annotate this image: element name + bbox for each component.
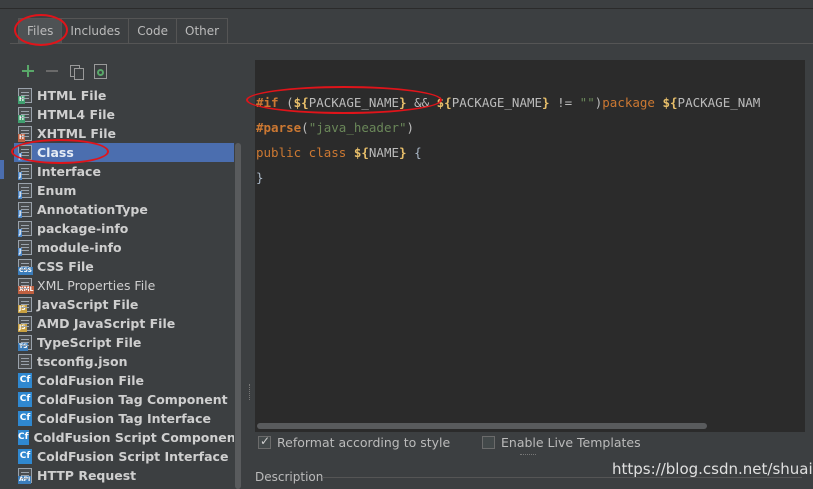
- ts-file-icon: TS: [18, 335, 32, 351]
- editor-horizontal-scrollbar[interactable]: [255, 422, 805, 430]
- java-file-icon: J: [18, 183, 32, 199]
- list-item-amd-javascript-file[interactable]: JS AMD JavaScript File: [14, 314, 239, 333]
- list-item-label: module-info: [37, 240, 122, 255]
- list-item-label: ColdFusion Tag Interface: [37, 411, 211, 426]
- json-file-icon: [18, 354, 32, 369]
- remove-icon[interactable]: [44, 63, 60, 79]
- list-item-javascript-file[interactable]: JS JavaScript File: [14, 295, 239, 314]
- list-item-css-file[interactable]: CSS CSS File: [14, 257, 239, 276]
- list-item-label: package-info: [37, 221, 129, 236]
- tabs-divider: [10, 43, 813, 44]
- annotation-ring-class-item: [11, 139, 109, 164]
- list-item-coldfusion-tag-component[interactable]: Cf ColdFusion Tag Component: [14, 390, 239, 409]
- tab-code[interactable]: Code: [128, 18, 178, 43]
- selection-gutter-marker: [0, 160, 4, 179]
- list-item-label: ColdFusion Tag Component: [37, 392, 228, 407]
- list-item-label: HTTP Request: [37, 468, 137, 483]
- live-templates-label: Enable Live Templates: [501, 435, 641, 450]
- list-item-annotation-type[interactable]: J AnnotationType: [14, 200, 239, 219]
- code-line-4: }: [256, 170, 264, 185]
- reformat-label: Reformat according to style: [277, 435, 451, 450]
- scrollbar-thumb[interactable]: [235, 143, 241, 489]
- list-item-http-request[interactable]: API HTTP Request: [14, 466, 239, 485]
- live-templates-option[interactable]: Enable Live Templates: [482, 435, 641, 450]
- list-item-label: ColdFusion Script Interface: [37, 449, 229, 464]
- tab-includes[interactable]: Includes: [61, 18, 130, 43]
- code-line-2: #parse("java_header"): [256, 120, 415, 135]
- reformat-checkbox[interactable]: [258, 434, 271, 449]
- coldfusion-icon: Cf: [18, 449, 32, 464]
- java-file-icon: J: [18, 202, 32, 218]
- list-item-coldfusion-script-component[interactable]: Cf ColdFusion Script Component: [14, 428, 242, 447]
- list-item-typescript-file[interactable]: TS TypeScript File: [14, 333, 239, 352]
- list-item-label: ColdFusion Script Component: [33, 430, 242, 445]
- list-item-package-info[interactable]: J package-info: [14, 219, 239, 238]
- watermark-text: https://blog.csdn.net/shuair: [612, 460, 813, 478]
- list-item-label: CSS File: [37, 259, 94, 274]
- reset-icon[interactable]: [92, 63, 108, 79]
- copy-icon[interactable]: [68, 63, 84, 80]
- list-item-xml-properties-file[interactable]: XML XML Properties File: [14, 276, 239, 295]
- js-file-icon: JS: [18, 316, 32, 332]
- list-item-label: JavaScript File: [37, 297, 139, 312]
- list-item-label: XML Properties File: [37, 278, 156, 293]
- java-file-icon: J: [18, 164, 32, 180]
- java-file-icon: J: [18, 240, 32, 256]
- coldfusion-icon: Cf: [18, 430, 29, 445]
- coldfusion-icon: Cf: [18, 392, 32, 407]
- list-item-label: HTML4 File: [37, 107, 116, 122]
- list-item-html4-file[interactable]: H HTML4 File: [14, 105, 239, 124]
- add-icon[interactable]: [20, 63, 36, 79]
- html-file-icon: H: [18, 88, 32, 104]
- template-toolbar: [20, 63, 108, 80]
- template-list-scrollbar[interactable]: [234, 85, 242, 489]
- splitter-handle[interactable]: [247, 384, 252, 400]
- top-divider: [0, 8, 813, 9]
- annotation-ring-files-tab: [14, 14, 68, 46]
- list-item-label: AMD JavaScript File: [37, 316, 176, 331]
- live-templates-checkbox[interactable]: [482, 436, 495, 449]
- list-item-html-file[interactable]: H HTML File: [14, 86, 239, 105]
- scrollbar-thumb[interactable]: [257, 423, 707, 429]
- http-request-icon: API: [18, 468, 32, 484]
- list-item-interface[interactable]: J Interface: [14, 162, 239, 181]
- list-item-label: HTML File: [37, 88, 107, 103]
- list-item-label: Enum: [37, 183, 77, 198]
- css-file-icon: CSS: [18, 259, 33, 275]
- list-item-coldfusion-script-interface[interactable]: Cf ColdFusion Script Interface: [14, 447, 239, 466]
- js-file-icon: JS: [18, 297, 32, 313]
- list-item-enum[interactable]: J Enum: [14, 181, 239, 200]
- resize-grip[interactable]: [520, 454, 536, 458]
- list-item-coldfusion-tag-interface[interactable]: Cf ColdFusion Tag Interface: [14, 409, 239, 428]
- list-item-coldfusion-file[interactable]: Cf ColdFusion File: [14, 371, 239, 390]
- list-item-label: tsconfig.json: [37, 354, 128, 369]
- coldfusion-icon: Cf: [18, 373, 32, 388]
- template-code-editor[interactable]: #if (${PACKAGE_NAME} && ${PACKAGE_NAME} …: [255, 60, 805, 432]
- list-item-module-info[interactable]: J module-info: [14, 238, 239, 257]
- code-line-3: public class ${NAME} {: [256, 145, 422, 160]
- list-item-tsconfig-json[interactable]: tsconfig.json: [14, 352, 239, 371]
- xhtml-file-icon: H: [18, 126, 32, 142]
- html-file-icon: H: [18, 107, 32, 123]
- coldfusion-icon: Cf: [18, 411, 32, 426]
- description-heading: Description: [255, 470, 324, 484]
- java-file-icon: J: [18, 221, 32, 237]
- list-item-label: ColdFusion File: [37, 373, 144, 388]
- reformat-option[interactable]: Reformat according to style: [258, 434, 451, 450]
- xml-file-icon: XML: [18, 278, 35, 294]
- list-item-label: Interface: [37, 164, 101, 179]
- editor-right-gutter: [805, 60, 813, 432]
- annotation-ring-parse-line: [246, 86, 442, 114]
- tab-other[interactable]: Other: [176, 18, 229, 43]
- list-item-label: AnnotationType: [37, 202, 148, 217]
- list-item-label: TypeScript File: [37, 335, 142, 350]
